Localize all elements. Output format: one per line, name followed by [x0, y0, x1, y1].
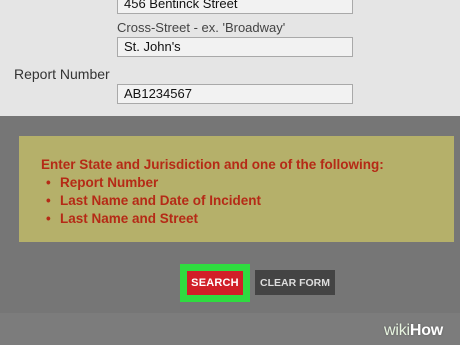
report-number-label: Report Number — [14, 66, 110, 82]
cross-street-field[interactable]: St. John's — [117, 37, 353, 57]
notice-item-name-street: • Last Name and Street — [46, 211, 199, 226]
bullet-icon: • — [46, 211, 51, 226]
notice-list: • Report Number • Last Name and Date of In… — [41, 174, 454, 228]
search-button[interactable]: SEARCH — [187, 271, 243, 295]
instructions-notice: Enter State and Jurisdiction and one of … — [19, 136, 454, 242]
notice-item-report-number: • Report Number — [46, 175, 159, 190]
cross-street-label: Cross-Street - ex. 'Broadway' — [117, 20, 286, 35]
notice-title: Enter State and Jurisdiction and one of … — [41, 157, 384, 172]
wikihow-watermark: wikiHow — [384, 322, 444, 339]
notice-item-name-date: • Last Name and Date of Incident — [46, 193, 262, 208]
bullet-icon: • — [46, 175, 51, 190]
street-field[interactable]: 456 Bentinck Street — [117, 0, 353, 14]
bullet-icon: • — [46, 193, 51, 208]
search-button-highlight: SEARCH — [180, 264, 250, 302]
clear-form-button[interactable]: CLEAR FORM — [255, 270, 335, 295]
form-panel: 456 Bentinck Street Cross-Street - ex. '… — [0, 0, 460, 116]
report-number-field[interactable]: AB1234567 — [117, 84, 353, 104]
